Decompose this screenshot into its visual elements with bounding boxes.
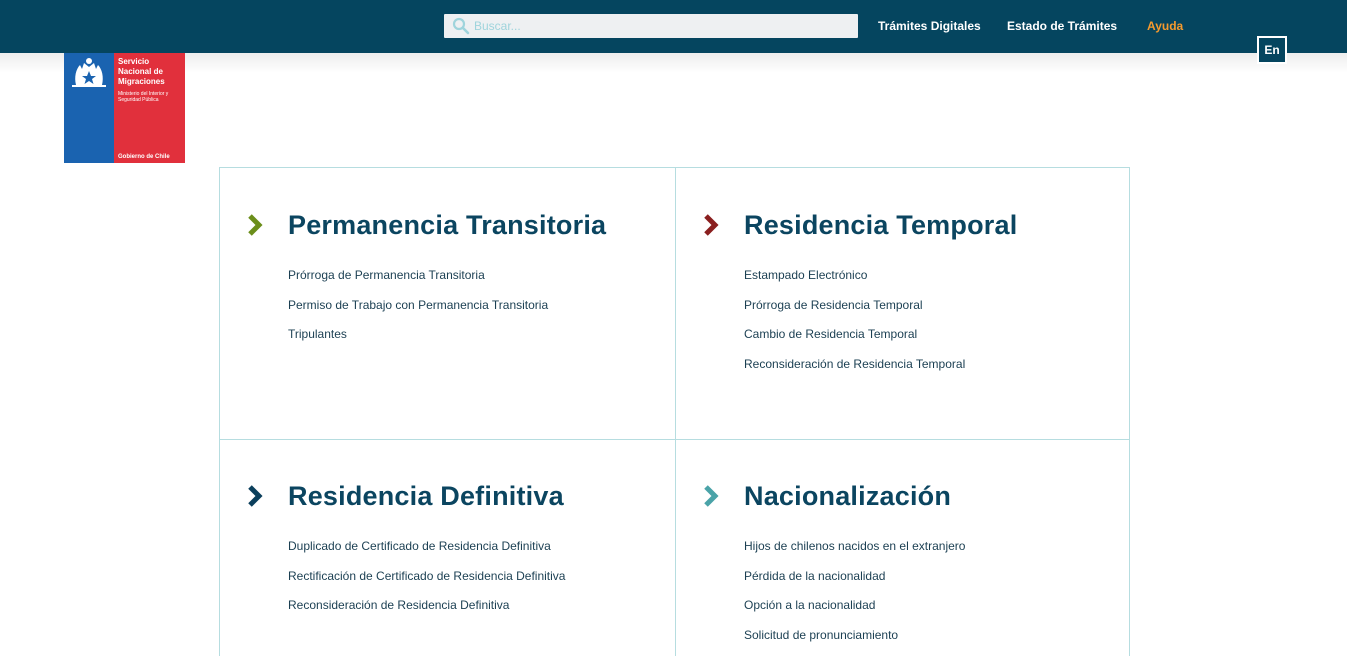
section-link[interactable]: Solicitud de pronunciamiento [744, 628, 898, 642]
section-title: Residencia Definitiva [288, 481, 564, 511]
section-title: Nacionalización [744, 481, 952, 511]
section-link[interactable]: Tripulantes [288, 327, 347, 341]
procedures-grid: Permanencia Transitoria Prórroga de Perm… [219, 167, 1130, 656]
section-title: Permanencia Transitoria [288, 210, 607, 240]
search-box[interactable] [444, 14, 858, 38]
section-link-list: Prórroga de Permanencia Transitoria Perm… [288, 266, 548, 355]
logo-subtitle: Ministerio del Interior y Seguridad Públ… [118, 91, 169, 103]
search-input[interactable] [474, 14, 854, 38]
logo-title: Servicio Nacional de Migraciones [118, 57, 165, 86]
section-link[interactable]: Hijos de chilenos nacidos en el extranje… [744, 539, 965, 553]
chevron-right-icon [704, 214, 719, 236]
logo-red-panel: Servicio Nacional de Migraciones Ministe… [114, 53, 185, 163]
section-link[interactable]: Permiso de Trabajo con Permanencia Trans… [288, 298, 548, 312]
section-link[interactable]: Reconsideración de Residencia Temporal [744, 357, 965, 371]
section-link[interactable]: Duplicado de Certificado de Residencia D… [288, 539, 551, 553]
language-toggle-button[interactable]: En [1257, 36, 1287, 64]
section-link[interactable]: Pérdida de la nacionalidad [744, 569, 885, 583]
nav-link-estado-de-tramites[interactable]: Estado de Trámites [1007, 19, 1117, 33]
section-link[interactable]: Rectificación de Certificado de Residenc… [288, 569, 565, 583]
nav-link-ayuda[interactable]: Ayuda [1147, 19, 1183, 33]
site-logo[interactable]: Servicio Nacional de Migraciones Ministe… [64, 53, 185, 163]
section-link[interactable]: Cambio de Residencia Temporal [744, 327, 917, 341]
section-link-list: Hijos de chilenos nacidos en el extranje… [744, 537, 965, 655]
section-link[interactable]: Reconsideración de Residencia Definitiva [288, 598, 509, 612]
chile-crest-icon [72, 58, 106, 87]
chevron-right-icon [248, 485, 263, 507]
section-link[interactable]: Opción a la nacionalidad [744, 598, 875, 612]
search-icon [452, 17, 470, 35]
chevron-right-icon [248, 214, 263, 236]
logo-government-label: Gobierno de Chile [118, 154, 170, 160]
section-card: Permanencia Transitoria Prórroga de Perm… [220, 168, 676, 440]
section-card: Nacionalización Hijos de chilenos nacido… [676, 439, 1130, 656]
top-navigation-bar: Trámites Digitales Estado de Trámites Ay… [0, 0, 1347, 53]
section-link[interactable]: Prórroga de Residencia Temporal [744, 298, 923, 312]
logo-blue-panel [64, 53, 114, 163]
nav-link-tramites-digitales[interactable]: Trámites Digitales [878, 19, 981, 33]
chevron-right-icon [704, 485, 719, 507]
section-link-list: Duplicado de Certificado de Residencia D… [288, 537, 565, 626]
section-link[interactable]: Estampado Electrónico [744, 268, 867, 282]
section-link-list: Estampado Electrónico Prórroga de Reside… [744, 266, 965, 384]
section-card: Residencia Temporal Estampado Electrónic… [676, 168, 1130, 440]
section-link[interactable]: Prórroga de Permanencia Transitoria [288, 268, 485, 282]
header-shadow [0, 53, 1347, 73]
section-title: Residencia Temporal [744, 210, 1018, 240]
section-card: Residencia Definitiva Duplicado de Certi… [220, 439, 676, 656]
